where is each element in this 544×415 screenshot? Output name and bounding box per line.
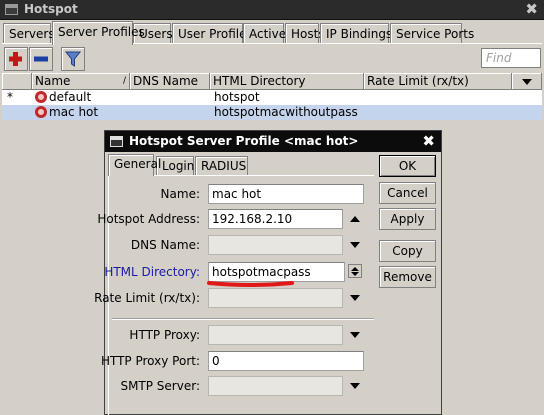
window-icon [5,4,18,15]
find-input[interactable]: Find [481,48,541,68]
http-proxy-port-label: HTTP Proxy Port: [100,354,200,368]
name-label: Name: [160,187,200,201]
tab-user-profiles[interactable]: User Profiles [172,23,253,44]
row-html-dir: hotspot [214,90,260,104]
profile-icon [35,106,47,118]
row-name: default [35,90,91,105]
collapse-up-icon[interactable] [350,216,360,222]
smtp-server-field[interactable] [208,376,343,396]
tab-hosts[interactable]: Hosts [285,23,325,44]
tab-servers[interactable]: Servers [3,23,55,44]
table-row[interactable]: * default hotspot [2,90,542,105]
col-name[interactable]: Name / [32,73,130,90]
chevron-down-icon[interactable] [350,295,360,301]
ok-button[interactable]: OK [379,155,436,177]
sort-icon: / [122,76,126,86]
filter-icon [64,51,82,67]
filter-button[interactable] [61,47,85,71]
copy-button[interactable]: Copy [379,240,436,262]
profile-icon [35,91,47,103]
tab-active[interactable]: Active [243,23,286,44]
col-rate-limit[interactable]: Rate Limit (rx/tx) [364,73,512,90]
chevron-down-icon[interactable] [350,383,360,389]
up-icon [351,267,359,271]
close-icon[interactable]: ✖ [525,0,538,18]
http-proxy-port-field[interactable]: 0 [208,351,364,371]
profile-dialog: Hotspot Server Profile <mac hot> ✖ Gener… [94,130,442,415]
remove-button[interactable]: Remove [379,266,436,288]
html-directory-label: HTML Directory: [104,265,200,279]
tab-login[interactable]: Login [156,156,194,175]
col-flag[interactable] [2,73,32,90]
columns-menu[interactable] [512,73,542,90]
hotspot-address-field[interactable]: 192.168.2.10 [208,209,343,229]
tab-radius[interactable]: RADIUS [195,156,248,175]
row-name: mac hot [35,105,98,120]
smtp-server-label: SMTP Server: [120,379,200,393]
general-panel: Name: mac hot Hotspot Address: 192.168.2… [94,175,374,415]
tab-service-ports[interactable]: Service Ports [390,23,474,44]
table-row-selected[interactable]: mac hot hotspotmacwithoutpass [2,105,542,120]
dialog-window-icon [110,136,123,147]
col-html-directory[interactable]: HTML Directory [210,73,364,90]
window-title: Hotspot [24,2,78,16]
tab-ip-bindings[interactable]: IP Bindings [320,23,392,44]
remove-button[interactable] [29,47,53,71]
apply-button[interactable]: Apply [379,208,436,230]
cancel-button[interactable]: Cancel [379,182,436,204]
rate-limit-label: Rate Limit (rx/tx): [94,291,200,305]
plus-icon [9,52,22,66]
minus-icon [34,56,48,62]
down-icon [351,272,359,276]
tab-general[interactable]: General [108,154,161,176]
hotspot-address-label: Hotspot Address: [97,212,200,226]
table-header: Name / DNS Name HTML Directory Rate Limi… [2,73,542,90]
dialog-title: Hotspot Server Profile <mac hot> [129,134,359,148]
tab-bar: Servers Server Profiles Users User Profi… [3,21,541,45]
http-proxy-field[interactable] [208,325,343,345]
col-dns-name[interactable]: DNS Name [130,73,210,90]
profiles-table: Name / DNS Name HTML Directory Rate Limi… [2,73,542,120]
red-underline-annotation [207,281,294,287]
dns-name-label: DNS Name: [130,238,200,252]
row-html-dir: hotspotmacwithoutpass [214,105,358,119]
chevron-down-icon [522,79,532,85]
html-directory-dropdown[interactable] [348,264,362,278]
dialog-titlebar: Hotspot Server Profile <mac hot> ✖ [105,131,441,152]
chevron-down-icon[interactable] [350,242,360,248]
divider [112,318,374,320]
name-field[interactable]: mac hot [208,184,364,204]
dialog-close-icon[interactable]: ✖ [422,132,435,150]
toolbar: Find [3,46,541,73]
dns-name-field[interactable] [208,235,343,255]
chevron-down-icon[interactable] [350,332,360,338]
http-proxy-label: HTTP Proxy: [129,328,200,342]
add-button[interactable] [4,47,28,71]
rate-limit-field[interactable] [208,288,343,308]
row-flag: * [7,90,13,104]
window-titlebar: Hotspot ✖ [0,0,544,20]
tab-server-profiles[interactable]: Server Profiles [52,21,145,45]
